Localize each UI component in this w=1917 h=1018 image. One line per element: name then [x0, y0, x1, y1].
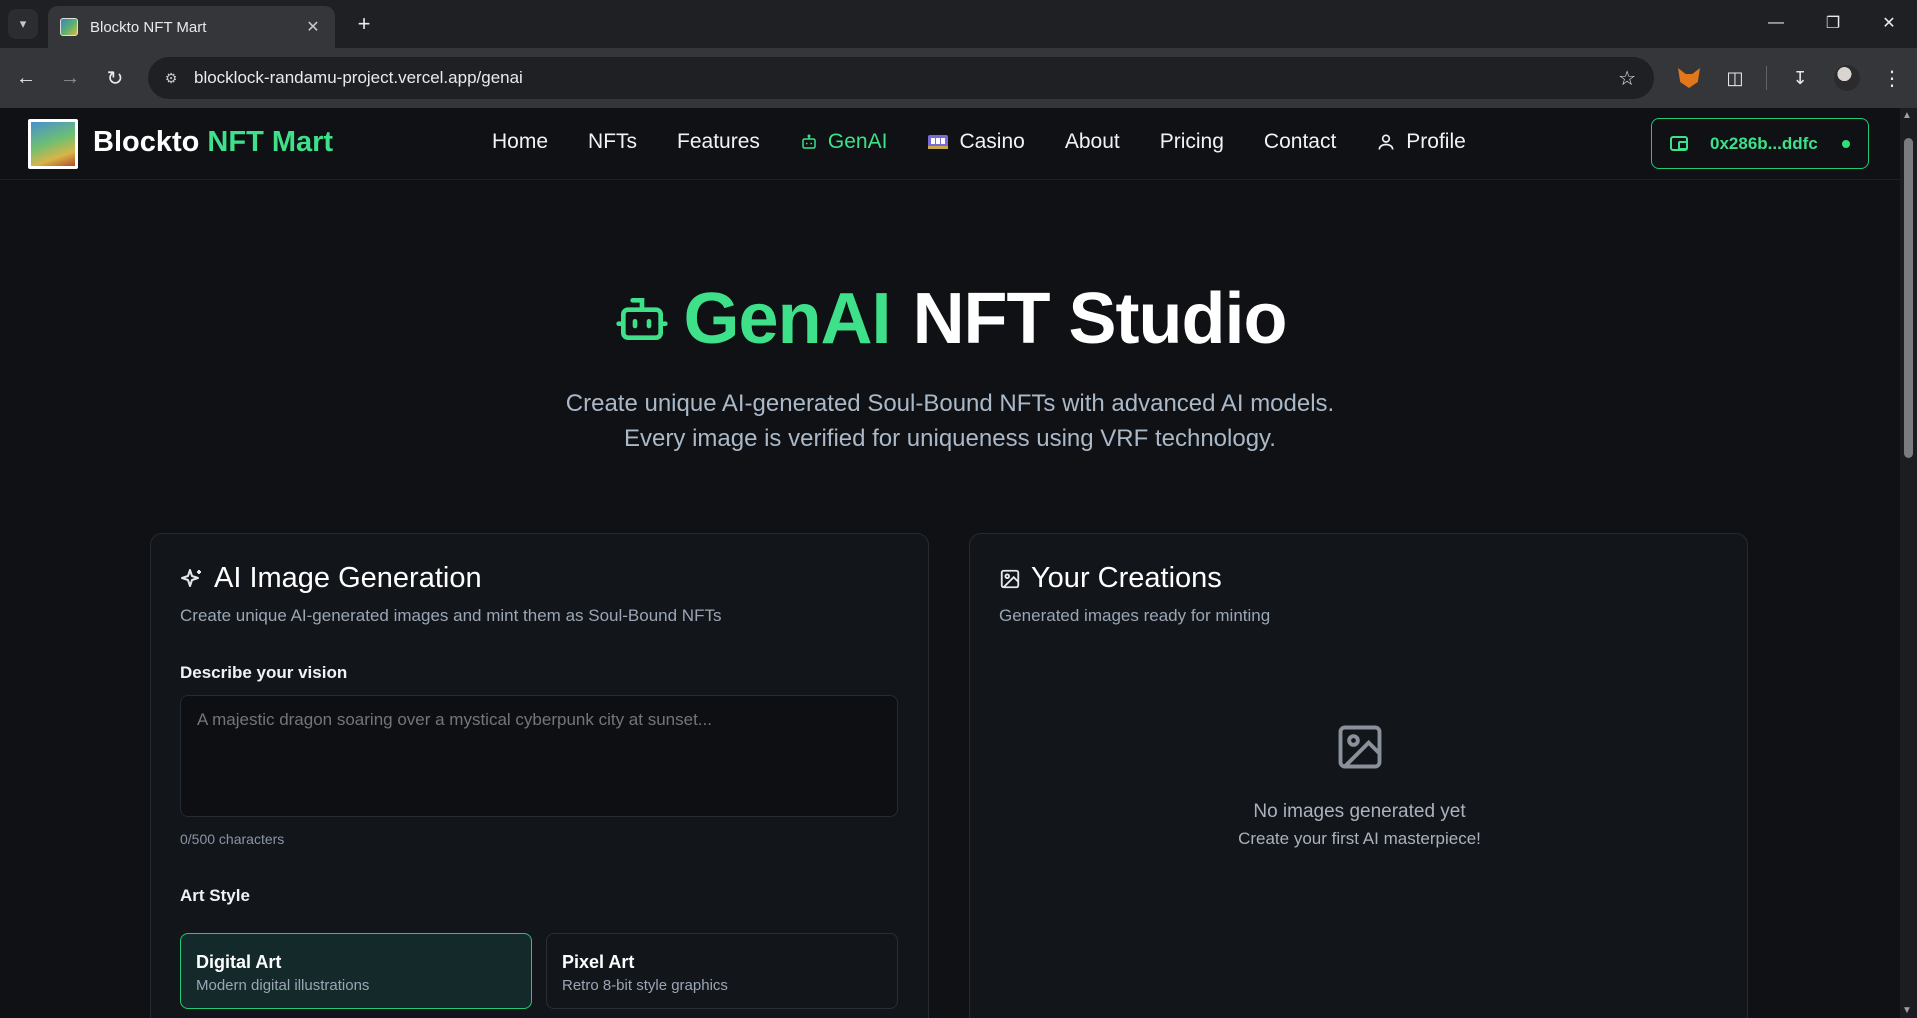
nav-contact-label: Contact: [1263, 130, 1337, 153]
browser-toolbar: ← → ↻ ⚙ blocklock-randamu-project.vercel…: [0, 48, 1917, 108]
nav-home-label: Home: [492, 130, 549, 153]
download-icon[interactable]: ↧: [1785, 63, 1815, 93]
site-info-icon[interactable]: ⚙: [160, 67, 182, 89]
forward-icon[interactable]: →: [55, 63, 85, 93]
brand-main: Blockto: [93, 126, 200, 158]
nav-home[interactable]: Home: [492, 130, 548, 154]
nav-about[interactable]: About: [1065, 130, 1120, 154]
nav-casino[interactable]: Casino: [927, 130, 1025, 154]
style-name: Pixel Art: [562, 952, 635, 972]
char-counter: 0/500 characters: [180, 831, 285, 847]
art-style-label: Art Style: [180, 886, 250, 905]
site-header: Blockto NFT Mart Home NFTs Features GenA…: [0, 108, 1900, 180]
scrollbar-thumb[interactable]: [1904, 138, 1913, 458]
url-text[interactable]: blocklock-randamu-project.vercel.app/gen…: [194, 68, 523, 88]
nav-pricing[interactable]: Pricing: [1160, 130, 1224, 154]
nav-nfts[interactable]: NFTs: [588, 130, 637, 154]
style-description: Modern digital illustrations: [196, 977, 370, 994]
scroll-up-icon[interactable]: ▲: [1902, 110, 1912, 121]
minimize-icon[interactable]: —: [1756, 8, 1796, 38]
brand-name[interactable]: Blockto NFT Mart: [93, 126, 333, 159]
close-window-icon[interactable]: ✕: [1869, 8, 1909, 38]
bot-icon: [615, 298, 668, 340]
site-logo[interactable]: [28, 119, 78, 169]
hero-title-accent: GenAI: [683, 279, 892, 359]
nav-profile[interactable]: Profile: [1376, 130, 1466, 154]
generation-card-title: AI Image Generation: [180, 562, 482, 595]
reload-icon[interactable]: ↻: [100, 63, 130, 93]
browser-menu-icon[interactable]: ⋮: [1877, 63, 1907, 93]
style-option-digital-art[interactable]: Digital Art Modern digital illustrations: [180, 933, 532, 1009]
scroll-down-icon[interactable]: ▼: [1902, 1005, 1912, 1016]
profile-avatar[interactable]: [1832, 63, 1862, 93]
restore-icon[interactable]: ❐: [1813, 8, 1853, 38]
empty-state-title: No images generated yet: [1253, 801, 1466, 822]
nav-pricing-label: Pricing: [1159, 130, 1224, 153]
page-scrollbar[interactable]: ▲ ▼: [1900, 108, 1917, 1018]
hero-subtitle-line2: Every image is verified for uniqueness u…: [624, 425, 1276, 452]
bot-icon: [802, 134, 816, 149]
browser-tab[interactable]: Blockto NFT Mart ✕: [48, 6, 335, 48]
tab-title: Blockto NFT Mart: [90, 18, 207, 36]
metamask-extension-icon[interactable]: [1674, 63, 1704, 93]
nav-genai-label: GenAI: [827, 130, 888, 153]
wallet-button[interactable]: 0x286b...ddfc: [1651, 118, 1869, 169]
prompt-label: Describe your vision: [180, 663, 348, 682]
creations-card: Your Creations Generated images ready fo…: [969, 533, 1748, 1018]
bookmark-star-icon[interactable]: ☆: [1618, 66, 1636, 91]
generation-title-text: AI Image Generation: [214, 562, 482, 594]
connected-status-dot: [1842, 139, 1850, 148]
nav-features-label: Features: [677, 130, 760, 153]
tab-search-chevron-icon[interactable]: ▾: [8, 9, 38, 39]
extensions-puzzle-icon[interactable]: ◫: [1720, 63, 1750, 93]
browser-tab-bar: ▾ Blockto NFT Mart ✕ + — ❐ ✕: [0, 0, 1917, 48]
style-option-pixel-art[interactable]: Pixel Art Retro 8-bit style graphics: [546, 933, 898, 1009]
new-tab-icon[interactable]: +: [350, 10, 378, 38]
style-name: Digital Art: [196, 952, 282, 972]
generation-description: Create unique AI-generated images and mi…: [180, 606, 722, 625]
nav-features[interactable]: Features: [677, 130, 760, 154]
image-icon: [1000, 569, 1020, 588]
image-placeholder-icon: [1338, 725, 1382, 769]
nav-profile-label: Profile: [1406, 130, 1466, 153]
address-bar[interactable]: ⚙ blocklock-randamu-project.vercel.app/g…: [148, 57, 1654, 99]
close-tab-icon[interactable]: ✕: [303, 17, 323, 37]
hero-title: GenAI NFT Studio: [0, 278, 1900, 360]
user-icon: [1378, 134, 1394, 150]
empty-state-subtitle: Create your first AI masterpiece!: [1238, 829, 1481, 848]
main-nav: Home NFTs Features GenAI Casino About Pr…: [492, 130, 1506, 154]
back-icon[interactable]: ←: [11, 63, 41, 93]
brand-accent: NFT Mart: [207, 126, 334, 158]
nav-genai[interactable]: GenAI: [800, 130, 888, 154]
prompt-input[interactable]: [180, 695, 898, 817]
favicon-icon: [60, 18, 78, 36]
nav-about-label: About: [1064, 130, 1120, 153]
wallet-address: 0x286b...ddfc: [1710, 133, 1818, 153]
nav-nfts-label: NFTs: [588, 130, 638, 153]
page: Blockto NFT Mart Home NFTs Features GenA…: [0, 108, 1900, 1018]
toolbar-divider: [1766, 66, 1767, 90]
style-description: Retro 8-bit style graphics: [562, 977, 728, 994]
sparkles-icon: [181, 568, 201, 587]
hero-subtitle-line1: Create unique AI-generated Soul-Bound NF…: [565, 390, 1335, 417]
nav-casino-label: Casino: [959, 130, 1025, 153]
creations-title-text: Your Creations: [1031, 562, 1222, 594]
ai-generation-card: AI Image Generation Create unique AI-gen…: [150, 533, 929, 1018]
nav-contact[interactable]: Contact: [1264, 130, 1336, 154]
creations-card-title: Your Creations: [999, 562, 1222, 595]
hero-subtitle: Create unique AI-generated Soul-Bound NF…: [0, 386, 1900, 456]
hero-title-rest: NFT Studio: [912, 279, 1288, 359]
slot-machine-icon: [928, 135, 949, 149]
creations-description: Generated images ready for minting: [999, 606, 1271, 625]
wallet-icon: [1670, 136, 1688, 151]
